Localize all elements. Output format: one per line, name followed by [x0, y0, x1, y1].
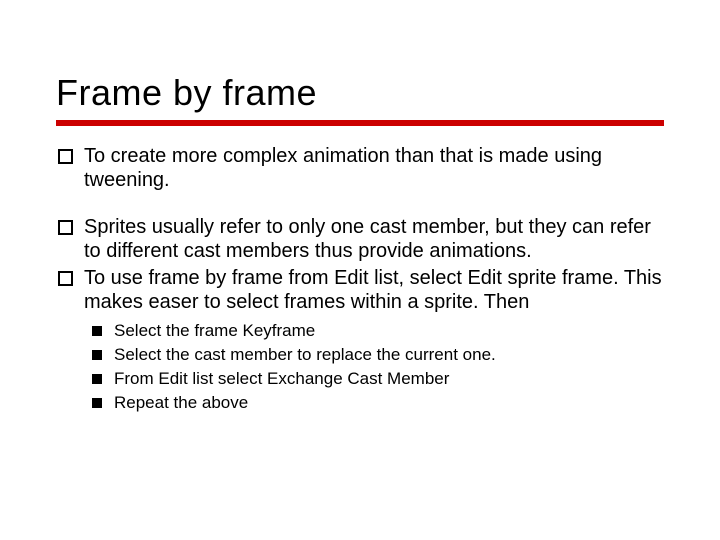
sub-bullet-item: Repeat the above: [114, 392, 664, 414]
bullet-item-text: To use frame by frame from Edit list, se…: [84, 267, 662, 313]
bullet-item: Sprites usually refer to only one cast m…: [84, 215, 664, 264]
bullet-item: To use frame by frame from Edit list, se…: [84, 266, 664, 414]
sub-bullet-item: Select the frame Keyframe: [114, 320, 664, 342]
bullet-list-level2: Select the frame Keyframe Select the cas…: [84, 320, 664, 413]
title-underline: [56, 120, 664, 126]
slide-container: Frame by frame To create more complex an…: [0, 0, 720, 475]
sub-bullet-item: From Edit list select Exchange Cast Memb…: [114, 368, 664, 390]
bullet-list-level1: To create more complex animation than th…: [56, 144, 664, 413]
slide-title: Frame by frame: [56, 72, 664, 114]
bullet-item: To create more complex animation than th…: [84, 144, 664, 193]
sub-bullet-item: Select the cast member to replace the cu…: [114, 344, 664, 366]
